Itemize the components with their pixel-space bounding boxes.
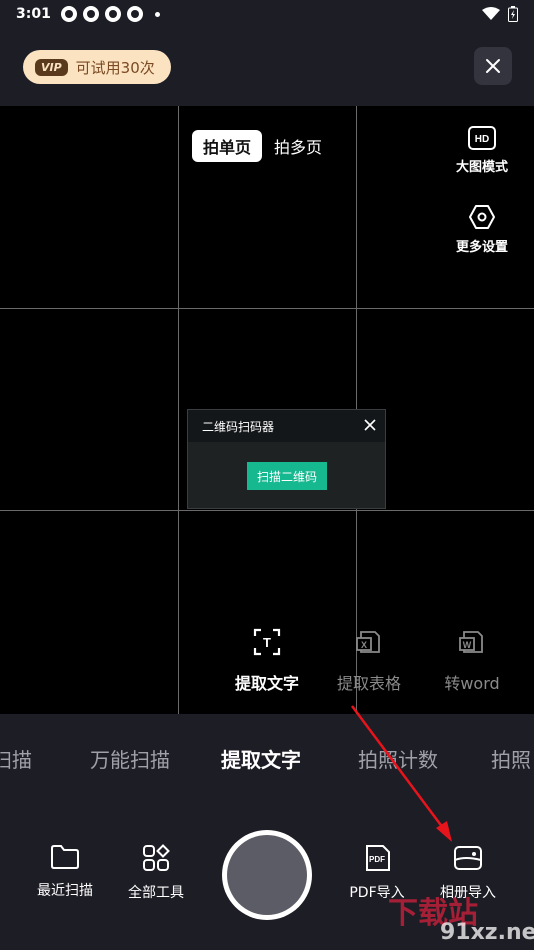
battery-icon [508,6,518,22]
close-icon [486,59,500,73]
grid-line [178,106,179,714]
wifi-icon [482,7,500,20]
grid-line [0,510,534,511]
sub-mode-to-word[interactable]: W 转word [427,628,517,694]
more-settings-button[interactable]: 更多设置 [447,204,517,255]
status-bar: 3:01 [0,0,534,28]
notification-icon [126,6,143,22]
hd-mode-button[interactable]: HD 大图模式 [447,126,517,175]
vip-badge: VIP [35,58,68,76]
pdf-icon-text: PDF [369,855,385,864]
mode-item-photo-count[interactable]: 拍照计数 [358,744,438,773]
page-toggle: 拍单页 拍多页 [192,130,334,162]
sub-mode-label: 提取文字 [234,674,299,693]
mode-item-universal-scan[interactable]: 万能扫描 [90,744,170,773]
qr-scanner-popup: 二维码扫码器 扫描二维码 [187,409,386,509]
vip-trial-button[interactable]: VIP 可试用30次 [23,50,171,84]
album-icon [454,846,482,870]
shutter-inner [227,835,307,915]
grid-line [0,308,534,309]
pdf-icon: PDF [366,845,390,871]
camera-preview[interactable]: 拍单页 拍多页 HD 大图模式 更多设置 二维码扫码器 扫描二维码 T 提取文字 [0,106,534,714]
settings-icon [469,205,495,229]
word-icon: W [459,631,483,653]
all-tools-button[interactable]: 全部工具 [111,844,201,902]
shutter-button[interactable] [222,830,312,920]
notification-icons [60,6,160,22]
watermark-url: 91xz.net [440,920,534,945]
excel-icon-text: X [361,640,367,650]
mode-item-extract-text[interactable]: 提取文字 [221,744,301,773]
folder-icon [51,845,79,869]
sub-mode-extract-text[interactable]: T 提取文字 [222,628,312,694]
hd-icon-text: HD [475,134,489,145]
notification-icon [82,6,99,22]
more-settings-label: 更多设置 [455,240,508,255]
sub-mode-label: 提取表格 [336,674,401,693]
status-time: 3:01 [16,6,51,22]
mode-strip[interactable]: 扫描 万能扫描 提取文字 拍照计数 拍照 [0,714,534,804]
multi-page-tab[interactable]: 拍多页 [262,130,334,162]
all-tools-label: 全部工具 [128,885,184,901]
grid-apps-icon [143,844,170,871]
notification-icon [60,6,77,22]
single-page-tab[interactable]: 拍单页 [192,130,263,162]
qr-close-icon[interactable] [363,418,377,432]
mode-item-photo[interactable]: 拍照 [491,744,531,773]
qr-popup-title: 二维码扫码器 [202,419,275,434]
more-notifications-icon [154,11,160,17]
hd-icon: HD [468,126,496,150]
excel-icon: X [356,631,380,653]
notification-icon [104,6,121,22]
recent-scan-button[interactable]: 最近扫描 [20,844,110,900]
sub-mode-extract-table[interactable]: X 提取表格 [324,628,414,694]
hd-mode-label: 大图模式 [455,160,508,175]
close-button[interactable] [474,47,512,85]
vip-trial-text: 可试用30次 [75,58,155,77]
scan-qr-button[interactable]: 扫描二维码 [247,462,327,490]
qr-popup-header: 二维码扫码器 [188,410,385,442]
top-bar: VIP 可试用30次 [0,28,534,106]
word-icon-text: W [463,640,472,650]
sub-mode-label: 转word [444,674,500,693]
recent-scan-label: 最近扫描 [37,883,93,899]
text-extract-icon-text: T [263,635,271,650]
mode-item-scan[interactable]: 扫描 [0,744,32,773]
text-extract-icon: T [253,628,281,656]
